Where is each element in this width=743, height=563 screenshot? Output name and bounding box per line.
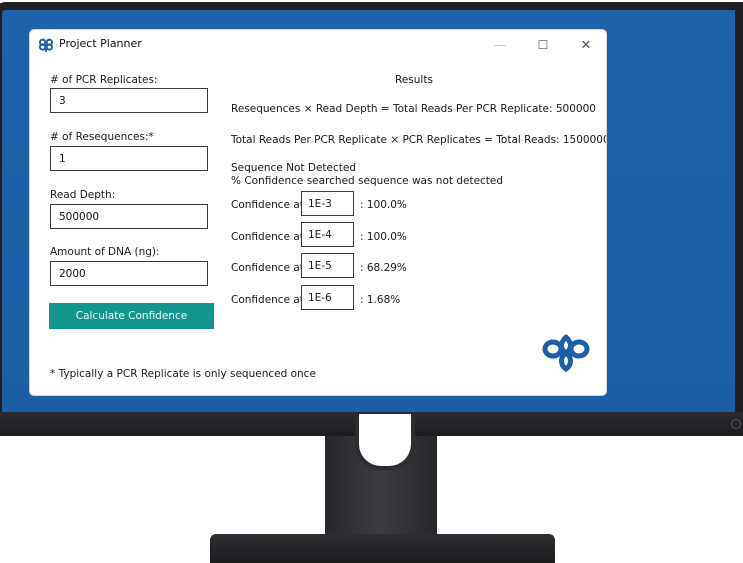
project-planner-window: Project Planner — ☐ ✕ # of PCR Replicate… <box>30 30 606 395</box>
confidence-threshold-input[interactable]: 1E-6 <box>301 285 354 310</box>
confidence-row-label: Confidence at <box>231 294 304 306</box>
monitor-stand-base <box>210 534 555 563</box>
read-depth-label: Read Depth: <box>50 189 116 201</box>
app-logo-icon <box>39 38 53 52</box>
dna-amount-label: Amount of DNA (ng): <box>50 246 160 258</box>
confidence-row-label: Confidence at <box>231 231 304 243</box>
resequences-label: # of Resequences:* <box>50 131 154 143</box>
confidence-value: : 68.29% <box>360 262 407 274</box>
pcr-replicates-label: # of PCR Replicates: <box>50 74 158 86</box>
calculate-confidence-button[interactable]: Calculate Confidence <box>49 303 214 329</box>
close-button[interactable]: ✕ <box>571 36 601 54</box>
brand-logo-icon <box>542 334 590 373</box>
confidence-row-label: Confidence at <box>231 262 304 274</box>
not-detected-subheading: % Confidence searched sequence was not d… <box>231 175 504 187</box>
total-reads-per-replicate-result: Resequences × Read Depth = Total Reads P… <box>231 103 596 115</box>
confidence-threshold-input[interactable]: 1E-4 <box>301 222 354 247</box>
maximize-button[interactable]: ☐ <box>528 36 558 54</box>
confidence-threshold-input[interactable]: 1E-3 <box>301 191 354 216</box>
confidence-value: : 100.0% <box>360 231 407 243</box>
power-indicator <box>731 419 741 429</box>
confidence-threshold-input[interactable]: 1E-5 <box>301 253 354 278</box>
monitor-scene: Project Planner — ☐ ✕ # of PCR Replicate… <box>0 0 743 563</box>
not-detected-heading: Sequence Not Detected <box>231 162 357 174</box>
replicate-footnote: * Typically a PCR Replicate is only sequ… <box>50 368 316 380</box>
pcr-replicates-input[interactable]: 3 <box>50 88 208 113</box>
window-titlebar[interactable]: Project Planner — ☐ ✕ <box>30 30 606 60</box>
confidence-value: : 100.0% <box>360 199 407 211</box>
minimize-button[interactable]: — <box>485 36 515 54</box>
total-reads-result: Total Reads Per PCR Replicate × PCR Repl… <box>231 134 606 146</box>
monitor-stand-cutout <box>355 414 415 470</box>
read-depth-input[interactable]: 500000 <box>50 204 208 229</box>
confidence-value: : 1.68% <box>360 294 401 306</box>
dna-amount-input[interactable]: 2000 <box>50 261 208 286</box>
results-heading: Results <box>395 74 433 86</box>
resequences-input[interactable]: 1 <box>50 146 208 171</box>
confidence-row-label: Confidence at <box>231 199 304 211</box>
window-title: Project Planner <box>59 37 142 50</box>
